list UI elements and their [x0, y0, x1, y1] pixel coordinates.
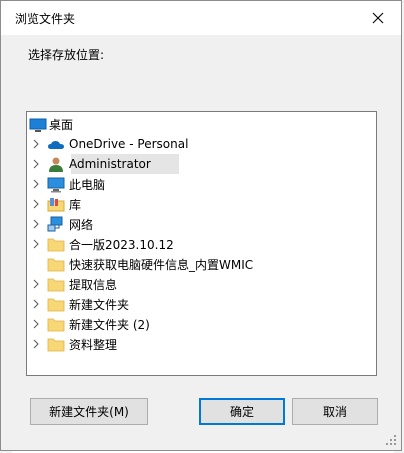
tree-item-label: 合一版2023.10.12	[69, 237, 174, 252]
close-icon	[372, 12, 384, 24]
tree-item-desktop[interactable]: 桌面	[27, 114, 376, 134]
chevron-right-icon[interactable]	[31, 179, 41, 189]
tree-item-folder-heyiban[interactable]: 合一版2023.10.12	[27, 234, 376, 254]
chevron-right-icon[interactable]	[31, 159, 41, 169]
tree-item-label: 桌面	[49, 117, 74, 132]
chevron-right-icon[interactable]	[31, 339, 41, 349]
ok-button[interactable]: 确定	[199, 398, 285, 425]
tree-item-label: 提取信息	[69, 277, 118, 292]
tree-item-folder-new[interactable]: 新建文件夹	[27, 294, 376, 314]
close-button[interactable]	[361, 5, 395, 31]
library-icon	[47, 198, 65, 212]
chevron-right-icon[interactable]	[31, 319, 41, 329]
cancel-button[interactable]: 取消	[292, 398, 378, 425]
folder-icon	[47, 278, 65, 292]
tree-item-label: 快速获取电脑硬件信息_内置WMIC	[69, 257, 254, 272]
network-icon	[47, 216, 63, 232]
tree-item-label: OneDrive - Personal	[69, 137, 189, 151]
tree-item-folder-new-2[interactable]: 新建文件夹 (2)	[27, 314, 376, 334]
chevron-right-icon[interactable]	[31, 299, 41, 309]
tree-item-onedrive[interactable]: OneDrive - Personal	[27, 134, 376, 154]
chevron-right-icon[interactable]	[31, 239, 41, 249]
folder-icon	[47, 318, 65, 332]
folder-tree[interactable]: 桌面 OneDrive - Personal Administrator 此电脑…	[26, 111, 377, 376]
cloud-icon	[48, 141, 64, 149]
chevron-right-icon[interactable]	[31, 139, 41, 149]
computer-icon	[47, 177, 65, 193]
folder-icon	[47, 298, 65, 312]
new-folder-button[interactable]: 新建文件夹(M)	[30, 398, 148, 425]
tree-item-label: 库	[69, 197, 82, 212]
folder-icon	[47, 258, 65, 272]
tree-item-libraries[interactable]: 库	[27, 194, 376, 214]
chevron-right-icon[interactable]	[31, 219, 41, 229]
desktop-icon	[29, 118, 47, 132]
tree-item-label: 网络	[69, 217, 94, 232]
chevron-right-icon[interactable]	[31, 279, 41, 289]
chevron-right-icon[interactable]	[31, 199, 41, 209]
tree-item-folder-wmic[interactable]: 快速获取电脑硬件信息_内置WMIC	[27, 254, 376, 274]
folder-icon	[47, 238, 65, 252]
folder-icon	[47, 338, 65, 352]
tree-item-label: 资料整理	[69, 337, 118, 352]
tree-item-administrator[interactable]: Administrator	[27, 154, 376, 174]
tree-item-this-pc[interactable]: 此电脑	[27, 174, 376, 194]
title-bar: 浏览文件夹	[1, 1, 401, 35]
tree-item-label: 此电脑	[69, 177, 106, 192]
tree-item-folder-tiqu[interactable]: 提取信息	[27, 274, 376, 294]
tree-item-label: Administrator	[69, 157, 151, 171]
dialog-title: 浏览文件夹	[15, 12, 76, 26]
user-icon	[49, 157, 63, 172]
tree-item-network[interactable]: 网络	[27, 214, 376, 234]
tree-item-label: 新建文件夹	[69, 297, 130, 312]
browse-folder-dialog: 浏览文件夹 选择存放位置: 桌面 OneDrive - Personal Adm…	[0, 0, 402, 451]
resize-grip-icon[interactable]	[385, 434, 397, 446]
tree-item-label: 新建文件夹 (2)	[69, 317, 150, 332]
tree-item-folder-ziliao[interactable]: 资料整理	[27, 334, 376, 354]
prompt-label: 选择存放位置:	[28, 48, 105, 62]
